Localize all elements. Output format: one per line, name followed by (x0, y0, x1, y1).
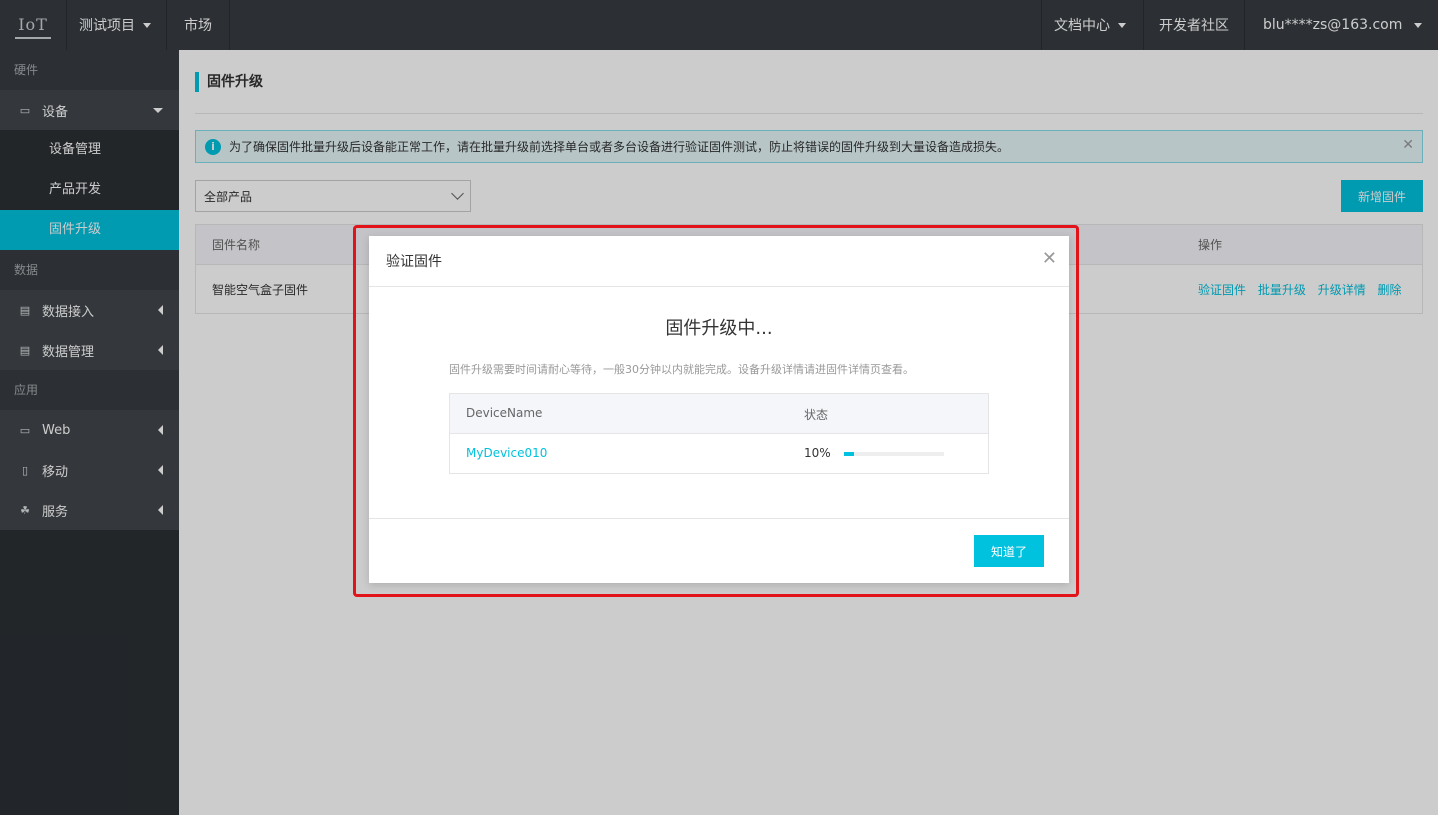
device-table: DeviceName 状态 MyDevice010 10% (449, 393, 989, 474)
upgrade-description: 固件升级需要时间请耐心等待，一般30分钟以内就能完成。设备升级详情请进固件详情页… (449, 363, 914, 376)
device-table-header: DeviceName 状态 (450, 394, 988, 434)
progress-text: 10% (804, 446, 831, 460)
dialog-title: 验证固件 (369, 236, 1069, 287)
dialog-footer: 知道了 (369, 518, 1069, 583)
verify-firmware-dialog: 验证固件 ✕ 固件升级中... 固件升级需要时间请耐心等待，一般30分钟以内就能… (369, 236, 1069, 583)
progress-fill (844, 452, 854, 456)
device-link[interactable]: MyDevice010 (466, 446, 547, 460)
progress-bar (844, 452, 944, 456)
column-header-device: DeviceName (466, 406, 543, 420)
table-row: MyDevice010 10% (450, 434, 988, 474)
ok-button[interactable]: 知道了 (974, 535, 1044, 567)
upgrade-status-heading: 固件升级中... (665, 318, 773, 339)
close-icon[interactable]: ✕ (1042, 248, 1057, 269)
column-header-status: 状态 (804, 408, 829, 422)
